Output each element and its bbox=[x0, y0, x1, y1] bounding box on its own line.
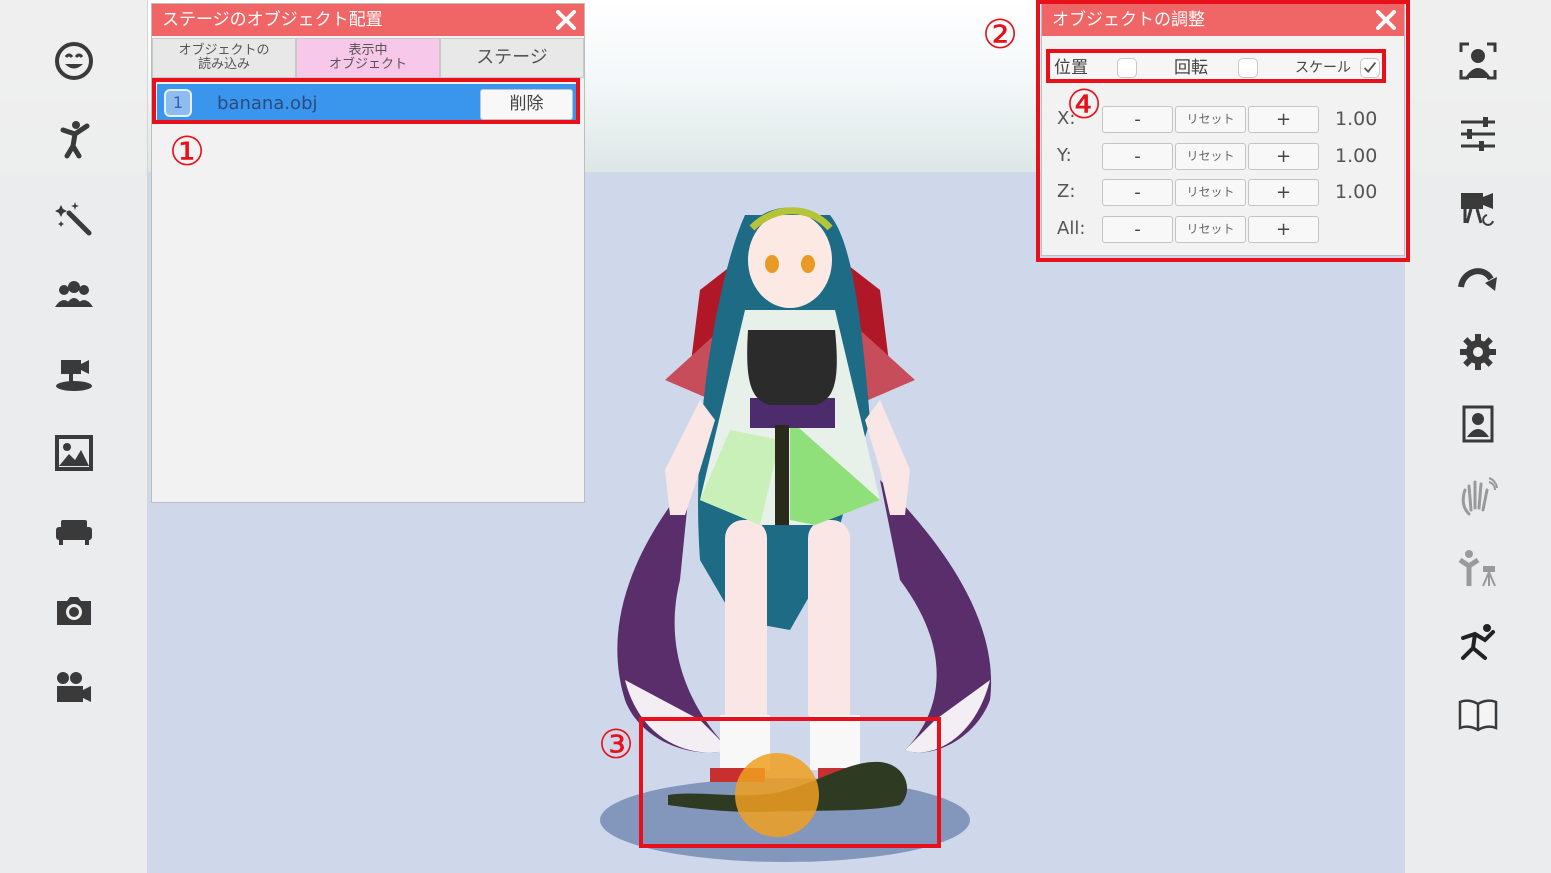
gear-icon[interactable] bbox=[1448, 322, 1508, 382]
annotation-number-1: ① bbox=[169, 129, 205, 175]
portrait-icon[interactable] bbox=[1448, 394, 1508, 454]
tab-displayed-objects[interactable]: 表示中 オブジェクト bbox=[296, 38, 440, 78]
annotation-number-4: ④ bbox=[1066, 82, 1102, 128]
left-toolbar bbox=[0, 0, 148, 873]
tab-stage[interactable]: ステージ bbox=[440, 38, 584, 78]
stage-camera-icon[interactable] bbox=[44, 345, 104, 405]
right-toolbar bbox=[1404, 0, 1551, 873]
sliders-icon[interactable] bbox=[1448, 104, 1508, 164]
annotation-box-4 bbox=[1046, 49, 1386, 83]
camera-icon[interactable] bbox=[44, 580, 104, 640]
annotation-number-3: ③ bbox=[598, 722, 634, 768]
camera-switch-icon[interactable] bbox=[1448, 178, 1508, 238]
tab-load-object[interactable]: オブジェクトの 読み込み bbox=[152, 38, 296, 78]
close-icon[interactable] bbox=[554, 8, 578, 32]
smiley-face-icon[interactable] bbox=[44, 31, 104, 91]
sofa-icon[interactable] bbox=[44, 501, 104, 561]
redo-arrow-icon[interactable] bbox=[1448, 250, 1508, 310]
face-tracking-icon[interactable] bbox=[1448, 31, 1508, 91]
annotation-box-2 bbox=[1036, 0, 1410, 262]
dance-figure-icon[interactable] bbox=[1448, 613, 1508, 673]
pose-figure-icon[interactable] bbox=[44, 109, 104, 169]
annotation-number-2: ② bbox=[982, 12, 1018, 58]
magic-wand-icon[interactable] bbox=[44, 188, 104, 248]
figure-tripod-icon[interactable] bbox=[1448, 539, 1508, 599]
object-panel-title: ステージのオブジェクト配置 bbox=[152, 4, 584, 36]
group-people-icon[interactable] bbox=[44, 266, 104, 326]
annotation-box-3 bbox=[639, 717, 941, 848]
video-camera-icon[interactable] bbox=[44, 659, 104, 719]
image-icon[interactable] bbox=[44, 423, 104, 483]
book-icon[interactable] bbox=[1448, 685, 1508, 745]
object-panel-tabs: オブジェクトの 読み込み 表示中 オブジェクト ステージ bbox=[152, 38, 584, 78]
character-model bbox=[617, 207, 992, 782]
annotation-box-1 bbox=[152, 78, 580, 124]
hand-wave-icon[interactable] bbox=[1448, 467, 1508, 527]
